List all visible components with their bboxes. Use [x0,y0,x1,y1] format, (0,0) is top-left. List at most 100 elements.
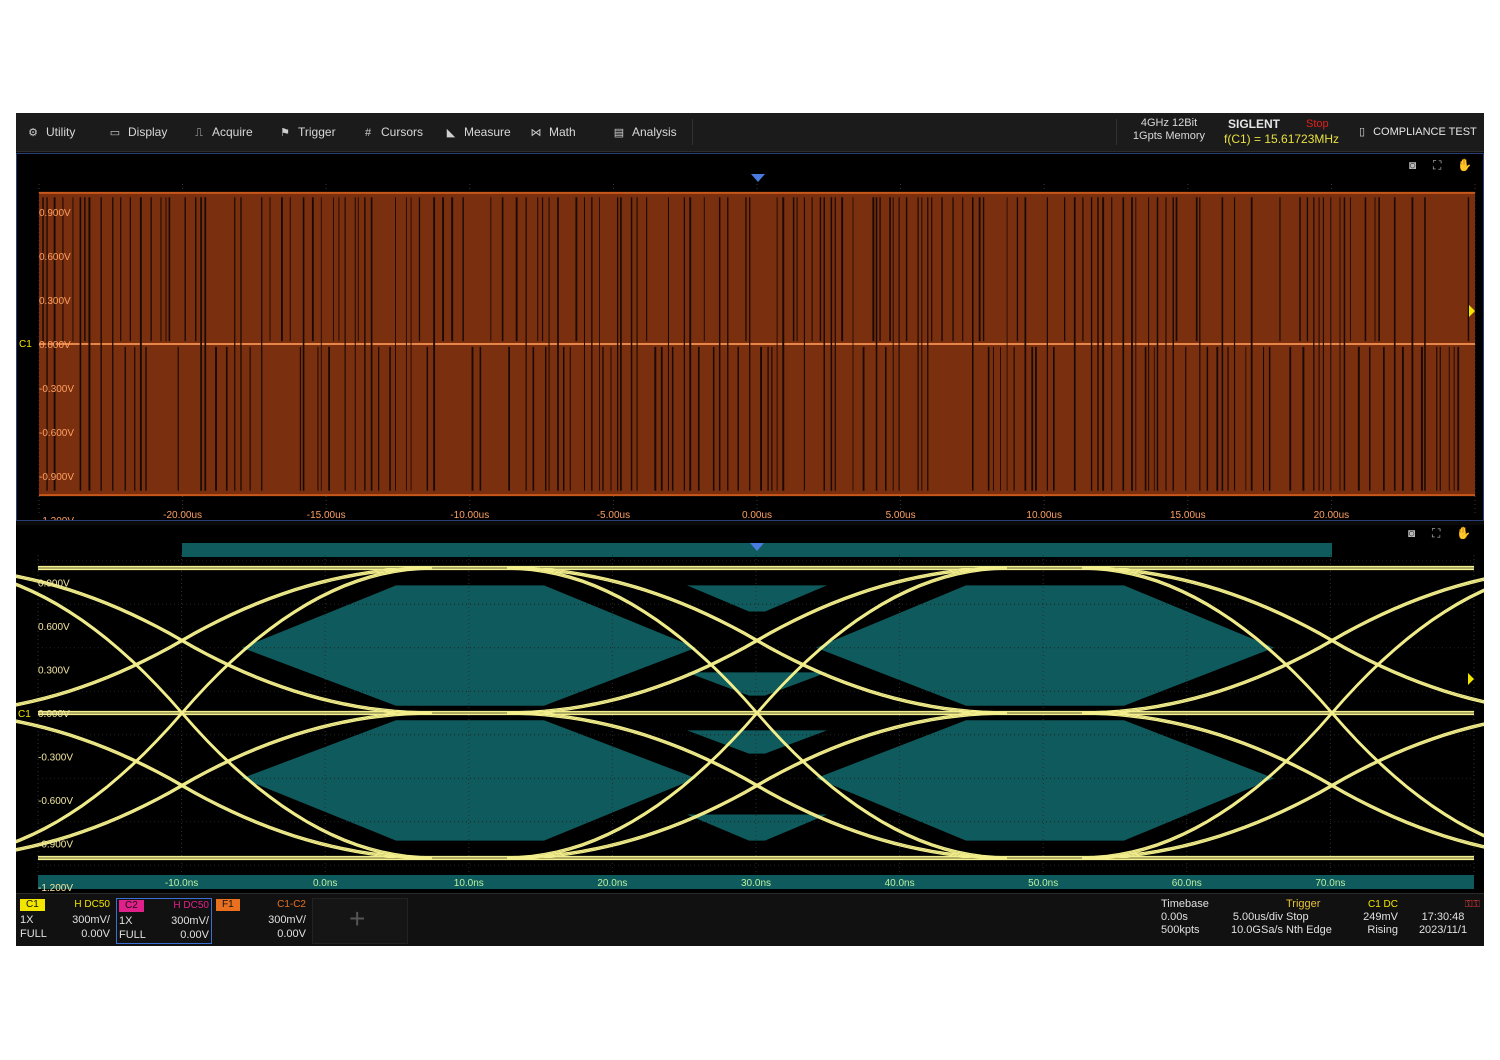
x-tick-label: -20.00us [163,510,202,520]
channel-1-bandwidth: FULL [20,928,47,940]
math-f1-info[interactable]: F1 C1-C2 300mV/ 0.00V [214,898,308,942]
y-tick-label: -0.600V [39,428,74,439]
x-tick-label: -5.00us [597,510,630,520]
monitor-icon: ▭ [109,127,121,139]
channel-1-info[interactable]: C1 H DC50 1X 300mV/ FULL 0.00V [18,898,112,942]
menu-display[interactable]: ▭ Display [108,113,168,151]
menu-analysis[interactable]: ▤ Analysis [612,113,677,151]
x-axis-labels: -20.00us -15.00us -10.00us -5.00us 0.00us 5.0… [163,510,1350,521]
hand-icon[interactable]: ✋ [1457,158,1472,172]
math-f1-expression: C1-C2 [277,899,306,910]
fullscreen-icon[interactable]: ⛶ [1432,158,1442,172]
menu-trigger[interactable]: ⚑ Trigger [278,113,336,151]
eye-diagram-panel[interactable]: 0.900V 0.600V 0.300V 0.000V -0.300V -0.600V -0… [0,525,1500,910]
spec-bandwidth: 4GHz 12Bit [1140,117,1198,129]
x-tick-label: 20.00us [1314,510,1350,520]
analysis-icon: ▤ [613,127,625,139]
timebase-points: 500kpts [1161,924,1200,936]
channel-1-coupling: H DC50 [74,899,110,910]
timebase-scale: 5.00us/div [1232,911,1283,923]
y-tick-label: -0.300V [38,753,73,764]
channel-2-coupling: H DC50 [173,900,209,911]
math-f1-tag: F1 [216,899,240,911]
y-tick-label: -1.200V [38,883,73,893]
x-tick-label: 50.0ns [1028,878,1058,889]
timebase-title: Timebase [1161,898,1209,910]
y-tick-label: 0.600V [38,622,70,633]
y-tick-label: 0.000V [39,340,71,351]
x-tick-label: 5.00us [886,510,916,520]
menu-measure[interactable]: ◣ Measure [444,113,511,151]
sample-rate: 10.0GSa/s [1231,924,1283,936]
menu-math[interactable]: ⋈ Math [529,113,576,151]
trigger-level: 249mV [1363,911,1398,923]
channel-2-info[interactable]: C2 H DC50 1X 300mV/ FULL 0.00V [116,898,212,944]
lock-icon[interactable]: ⚿⚿ [1406,898,1480,911]
y-tick-label: -0.300V [39,384,74,395]
hash-icon: # [364,127,372,139]
x-tick-label: 20.0ns [597,878,627,889]
channel-2-bandwidth: FULL [119,929,146,941]
trigger-state: Stop [1286,911,1309,923]
add-channel-button[interactable]: + [312,898,408,944]
x-tick-label: 0.00us [742,510,772,520]
math-icon: ⋈ [530,127,542,139]
eye-diagram-grid[interactable]: 0.900V 0.600V 0.300V 0.000V -0.300V -0.600V -0… [0,525,1500,910]
frequency-counter: f(C1) = 15.61723MHz [1224,132,1340,146]
spec-memory: 1Gpts Memory [1132,130,1206,142]
camera-icon[interactable]: ◙ [1408,526,1415,540]
math-f1-scale: 300mV/ [268,914,306,926]
channel-1-tag: C1 [20,899,45,911]
spec-info: 4GHz 12Bit 1Gpts Memory [1124,117,1214,143]
y-tick-label: -0.900V [38,840,73,851]
channel-1-scale: 300mV/ [72,914,110,926]
channel-marker[interactable]: C1 [18,709,31,720]
flag-icon: ⚑ [280,127,290,139]
timebase-info[interactable]: Timebase 0.00s 5.00us/div 500kpts 10.0GSa/… [1161,898,1283,937]
run-state[interactable]: Stop [1306,118,1329,130]
menu-divider [1116,119,1117,145]
clock-date: 2023/11/1 [1418,924,1468,936]
channel-1-offset: 0.00V [81,928,110,940]
y-tick-label: -0.900V [39,472,74,483]
trigger-channel: C1 DC [1367,899,1398,910]
compliance-test-button[interactable]: ▯ COMPLIANCE TEST [1359,113,1477,151]
waveform-grid[interactable]: 0.900V 0.600V 0.300V 0.000V -0.300V -0.600V -0… [17,154,1483,527]
channel-1-probe: 1X [20,914,34,926]
x-tick-label: -15.00us [307,510,346,520]
channel-marker[interactable]: C1 [19,339,32,350]
channel-2-tag: C2 [119,900,144,912]
x-tick-label: 10.00us [1026,510,1062,520]
y-tick-label: 0.300V [39,296,71,307]
status-bar: C1 H DC50 1X 300mV/ FULL 0.00V C2 H DC50… [16,893,1484,946]
x-tick-label: 30.0ns [741,878,771,889]
y-tick-label: 0.900V [38,579,70,590]
menu-cursors[interactable]: # Cursors [361,113,423,151]
y-tick-label: 0.300V [38,666,70,677]
trigger-info[interactable]: Trigger C1 DC Stop 249mV Nth Edge Rising [1286,898,1398,937]
y-tick-label: -0.600V [38,796,73,807]
camera-icon[interactable]: ◙ [1409,158,1416,172]
fullscreen-icon[interactable]: ⛶ [1431,526,1441,540]
channel-2-probe: 1X [119,915,133,927]
menu-utility[interactable]: ⚙ Utility [26,113,75,151]
waveform-panel[interactable]: 0.900V 0.600V 0.300V 0.000V -0.300V -0.600V -0… [16,153,1484,527]
channel-2-scale: 300mV/ [171,915,209,927]
trigger-mode: Nth Edge [1286,924,1332,936]
gear-icon: ⚙ [28,127,38,139]
channel-2-offset: 0.00V [180,929,209,941]
brand-logo: SIGLENT [1228,117,1281,131]
trigger-title: Trigger [1286,898,1321,910]
menu-acquire[interactable]: ⎍ Acquire [192,113,253,151]
x-tick-label: 10.0ns [454,878,484,889]
math-f1-offset: 0.00V [277,928,306,940]
x-tick-label: -10.0ns [165,878,198,889]
hand-icon[interactable]: ✋ [1456,526,1471,540]
clock: ⚿⚿ 17:30:48 2023/11/1 [1406,898,1480,937]
y-tick-label: -1.200V [39,516,74,520]
x-tick-label: 70.0ns [1315,878,1345,889]
x-tick-label: 40.0ns [885,878,915,889]
y-tick-label: 0.000V [38,709,70,720]
oscilloscope-screen: ⚙ Utility ▭ Display ⎍ Acquire ⚑ Trigger # Cur… [0,113,1500,946]
timebase-delay: 0.00s [1161,911,1188,923]
